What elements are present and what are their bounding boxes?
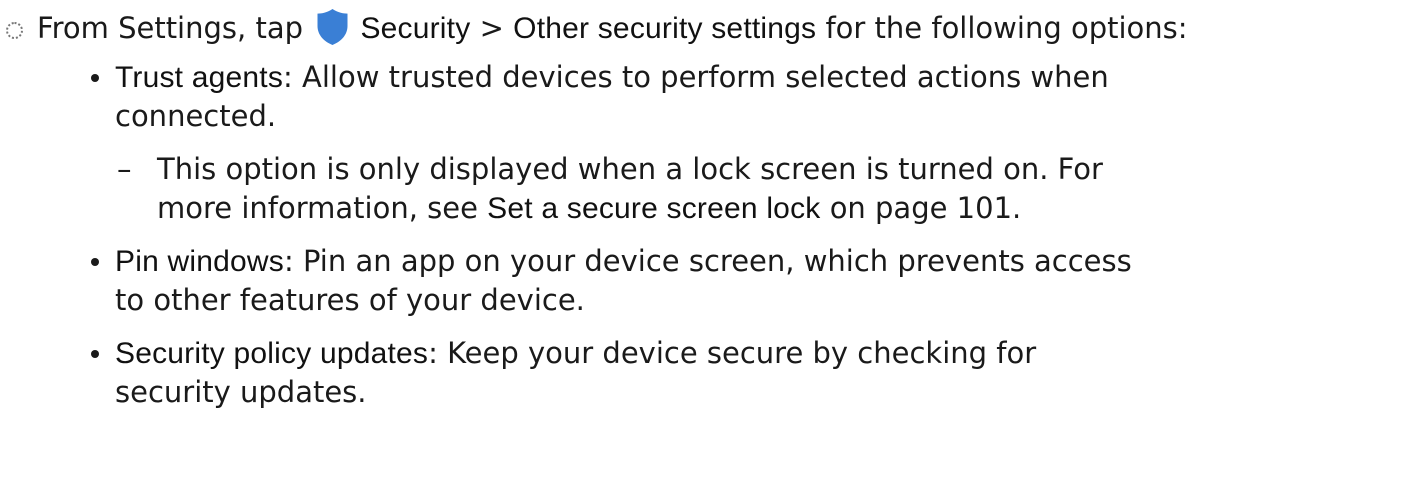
list-item: Trust agents: Allow trusted devices to p… [91,58,1155,228]
option-term: Trust agents [115,61,284,94]
document-page: From Settings, tap Security > Other secu… [0,0,1424,496]
option-term: Pin windows [115,245,284,278]
step-marker-icon [6,22,23,39]
screen-lock-link[interactable]: Set a secure screen lock [487,192,820,225]
sub-note: – This option is only displayed when a l… [117,150,1187,228]
note-text-after: on page 101. [829,191,1022,225]
dash-marker: – [117,152,132,186]
menu-path-separator: > [479,11,504,45]
list-item: Security policy updates: Keep your devic… [91,334,1155,412]
security-menu-label: Security [360,12,471,45]
bullet-icon [91,258,99,266]
bullet-icon [91,74,99,82]
instruction-step: From Settings, tap Security > Other secu… [0,8,1420,48]
list-item: Pin windows: Pin an app on your device s… [91,242,1155,320]
bullet-icon [91,350,99,358]
step-text-after: for the following options: [825,11,1188,45]
option-term: Security policy updates [115,337,429,370]
shield-icon [317,9,348,45]
step-text-before: From Settings, tap [37,11,303,45]
options-list: Trust agents: Allow trusted devices to p… [0,58,1424,412]
shield-icon-shape [317,9,348,45]
other-security-settings-label: Other security settings [513,12,817,45]
